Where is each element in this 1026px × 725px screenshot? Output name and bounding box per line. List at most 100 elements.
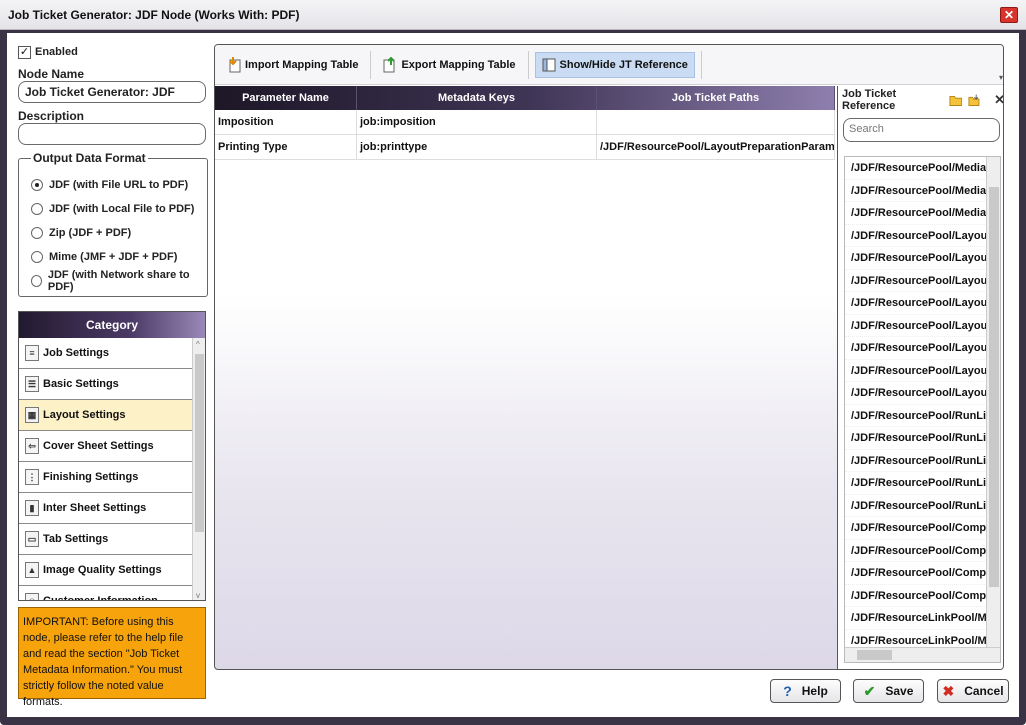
jt-scroll-thumb[interactable] bbox=[989, 187, 999, 587]
column-header[interactable]: Parameter Name bbox=[215, 86, 357, 110]
jt-reference-item[interactable]: /JDF/ResourcePool/RunList/@I bbox=[845, 427, 987, 450]
close-panel-icon[interactable]: ✕ bbox=[994, 92, 1003, 108]
jt-reference-item[interactable]: /JDF/ResourceLinkPool/Medial bbox=[845, 607, 987, 630]
parameter-name-cell[interactable]: Printing Type bbox=[215, 135, 357, 159]
category-item[interactable]: ▭ Tab Settings bbox=[19, 524, 192, 555]
jt-reference-item[interactable]: /JDF/ResourcePool/Media/@Cl bbox=[845, 157, 987, 180]
toolbar-overflow-icon[interactable]: ▾ bbox=[999, 73, 1003, 82]
jt-reference-item[interactable]: /JDF/ResourcePool/Componen bbox=[845, 517, 987, 540]
format-option-label: Mime (JMF + JDF + PDF) bbox=[49, 251, 178, 263]
category-label: Cover Sheet Settings bbox=[43, 440, 154, 452]
cover-sheet-icon: ⇦ bbox=[25, 438, 39, 454]
load-folder-icon[interactable] bbox=[968, 93, 982, 108]
job-ticket-path-cell[interactable]: /JDF/ResourcePool/LayoutPreparationParam… bbox=[597, 135, 835, 159]
show-hide-reference-button[interactable]: Show/Hide JT Reference bbox=[534, 51, 695, 78]
category-item[interactable]: ▮ Inter Sheet Settings bbox=[19, 493, 192, 524]
jt-reference-item[interactable]: /JDF/ResourcePool/Componen bbox=[845, 540, 987, 562]
jt-reference-item[interactable]: /JDF/ResourcePool/LayoutPrep bbox=[845, 360, 987, 382]
column-header[interactable]: Job Ticket Paths bbox=[597, 86, 835, 110]
window-title: Job Ticket Generator: JDF Node (Works Wi… bbox=[8, 8, 300, 22]
jt-reference-item[interactable]: /JDF/ResourcePool/Media/@ID bbox=[845, 180, 987, 202]
category-item[interactable]: ▦ Layout Settings bbox=[19, 400, 192, 431]
category-item[interactable]: ☰ Basic Settings bbox=[19, 369, 192, 400]
column-header[interactable]: Metadata Keys bbox=[357, 86, 597, 110]
format-options: JDF (with File URL to PDF) JDF (with Loca… bbox=[31, 173, 199, 293]
jt-reference-item[interactable]: /JDF/ResourcePool/LayoutPrep bbox=[845, 270, 987, 292]
format-option[interactable]: JDF (with Local File to PDF) bbox=[31, 197, 199, 221]
export-label: Export Mapping Table bbox=[401, 58, 516, 71]
jt-reference-item[interactable]: /JDF/ResourcePool/LayoutPrep bbox=[845, 337, 987, 360]
jt-reference-item[interactable]: /JDF/ResourcePool/RunList/Lay bbox=[845, 495, 987, 517]
jt-reference-item[interactable]: /JDF/ResourcePool/LayoutPrep bbox=[845, 292, 987, 315]
category-label: Layout Settings bbox=[43, 409, 126, 421]
left-pane: ✓ Enabled Node Name Job Ticket Generator… bbox=[18, 43, 208, 297]
export-mapping-button[interactable]: Export Mapping Table bbox=[377, 52, 521, 78]
format-option[interactable]: Zip (JDF + PDF) bbox=[31, 221, 199, 245]
format-option[interactable]: JDF (with File URL to PDF) bbox=[31, 173, 199, 197]
jt-hscroll-thumb[interactable] bbox=[857, 650, 892, 660]
enabled-checkbox[interactable]: ✓ bbox=[18, 45, 31, 59]
radio-button[interactable] bbox=[31, 227, 43, 239]
jt-reference-item[interactable]: /JDF/ResourcePool/RunList/@C bbox=[845, 405, 987, 427]
category-panel: Category ≡ Job Settings ☰ Basic Settings ▦ La… bbox=[18, 311, 206, 601]
jt-reference-item[interactable]: /JDF/ResourcePool/Media/@St bbox=[845, 202, 987, 225]
close-button[interactable]: ✕ bbox=[1000, 7, 1018, 23]
category-item[interactable]: ☺ Customer Information bbox=[19, 586, 192, 600]
format-option[interactable]: JDF (with Network share to PDF) bbox=[31, 269, 199, 293]
scroll-up-icon[interactable]: ^ bbox=[196, 340, 200, 349]
category-scrollbar[interactable]: ^ v bbox=[192, 338, 205, 600]
jt-reference-item[interactable]: /JDF/ResourcePool/Componen bbox=[845, 562, 987, 585]
format-option-label: Zip (JDF + PDF) bbox=[49, 227, 132, 239]
help-button[interactable]: ? Help bbox=[770, 679, 841, 703]
radio-button[interactable] bbox=[31, 203, 43, 215]
jt-reference-item[interactable]: /JDF/ResourcePool/LayoutPrep bbox=[845, 315, 987, 337]
category-label: Finishing Settings bbox=[43, 471, 139, 483]
table-row[interactable]: Imposition job:imposition bbox=[215, 110, 835, 135]
category-scroll-thumb[interactable] bbox=[195, 354, 204, 532]
category-item[interactable]: ⋮ Finishing Settings bbox=[19, 462, 192, 493]
jt-horizontal-scrollbar[interactable] bbox=[845, 647, 1000, 662]
jt-search-input[interactable]: Search bbox=[843, 118, 1000, 142]
category-item[interactable]: ⇦ Cover Sheet Settings bbox=[19, 431, 192, 462]
jt-reference-item[interactable]: /JDF/ResourcePool/RunList/@S bbox=[845, 472, 987, 495]
import-label: Import Mapping Table bbox=[245, 58, 359, 71]
import-mapping-button[interactable]: Import Mapping Table bbox=[221, 52, 364, 78]
toolbar-separator bbox=[700, 50, 702, 79]
customer-icon: ☺ bbox=[25, 593, 39, 600]
metadata-key-cell[interactable]: job:imposition bbox=[357, 110, 597, 134]
document-icon: ≡ bbox=[25, 345, 39, 361]
jt-vertical-scrollbar[interactable] bbox=[986, 157, 1000, 647]
jt-reference-item[interactable]: /JDF/ResourcePool/LayoutPrep bbox=[845, 225, 987, 247]
format-option[interactable]: Mime (JMF + JDF + PDF) bbox=[31, 245, 199, 269]
node-name-field[interactable]: Job Ticket Generator: JDF bbox=[18, 81, 206, 103]
category-label: Job Settings bbox=[43, 347, 110, 359]
jt-reference-item[interactable]: /JDF/ResourcePool/LayoutPrep bbox=[845, 382, 987, 405]
jt-reference-item[interactable]: /JDF/ResourcePool/RunList/@N bbox=[845, 450, 987, 472]
parameter-name-cell[interactable]: Imposition bbox=[215, 110, 357, 134]
description-label: Description bbox=[18, 109, 85, 123]
table-header: Parameter Name Metadata Keys Job Ticket … bbox=[215, 86, 835, 110]
cancel-x-icon: ✖ bbox=[942, 682, 955, 699]
scroll-down-icon[interactable]: v bbox=[196, 591, 200, 600]
description-field[interactable] bbox=[18, 123, 206, 145]
save-button[interactable]: ✔ Save bbox=[853, 679, 924, 703]
jt-reference-item[interactable]: /JDF/ResourcePool/LayoutPrep bbox=[845, 247, 987, 270]
save-label: Save bbox=[885, 684, 914, 698]
category-label: Image Quality Settings bbox=[43, 564, 162, 576]
jt-reference-item[interactable]: /JDF/ResourcePool/Componen bbox=[845, 585, 987, 607]
metadata-key-cell[interactable]: job:printtype bbox=[357, 135, 597, 159]
dialog-client: ✓ Enabled Node Name Job Ticket Generator… bbox=[7, 33, 1019, 717]
open-folder-icon[interactable] bbox=[949, 94, 963, 107]
table-row[interactable]: Printing Type job:printtype /JDF/Resourc… bbox=[215, 135, 835, 160]
radio-button[interactable] bbox=[31, 179, 43, 191]
category-item[interactable]: ≡ Job Settings bbox=[19, 338, 192, 369]
cancel-button[interactable]: ✖ Cancel bbox=[937, 679, 1009, 703]
list-icon: ☰ bbox=[25, 376, 39, 392]
category-item[interactable]: ▲ Image Quality Settings bbox=[19, 555, 192, 586]
radio-button[interactable] bbox=[31, 275, 42, 287]
jt-reference-list: /JDF/ResourcePool/Media/@Cl/JDF/Resource… bbox=[844, 156, 1001, 663]
jt-reference-title: Job Ticket Reference bbox=[842, 88, 897, 112]
radio-button[interactable] bbox=[31, 251, 43, 263]
job-ticket-path-cell[interactable] bbox=[597, 110, 835, 134]
toolbar-separator bbox=[527, 50, 529, 79]
